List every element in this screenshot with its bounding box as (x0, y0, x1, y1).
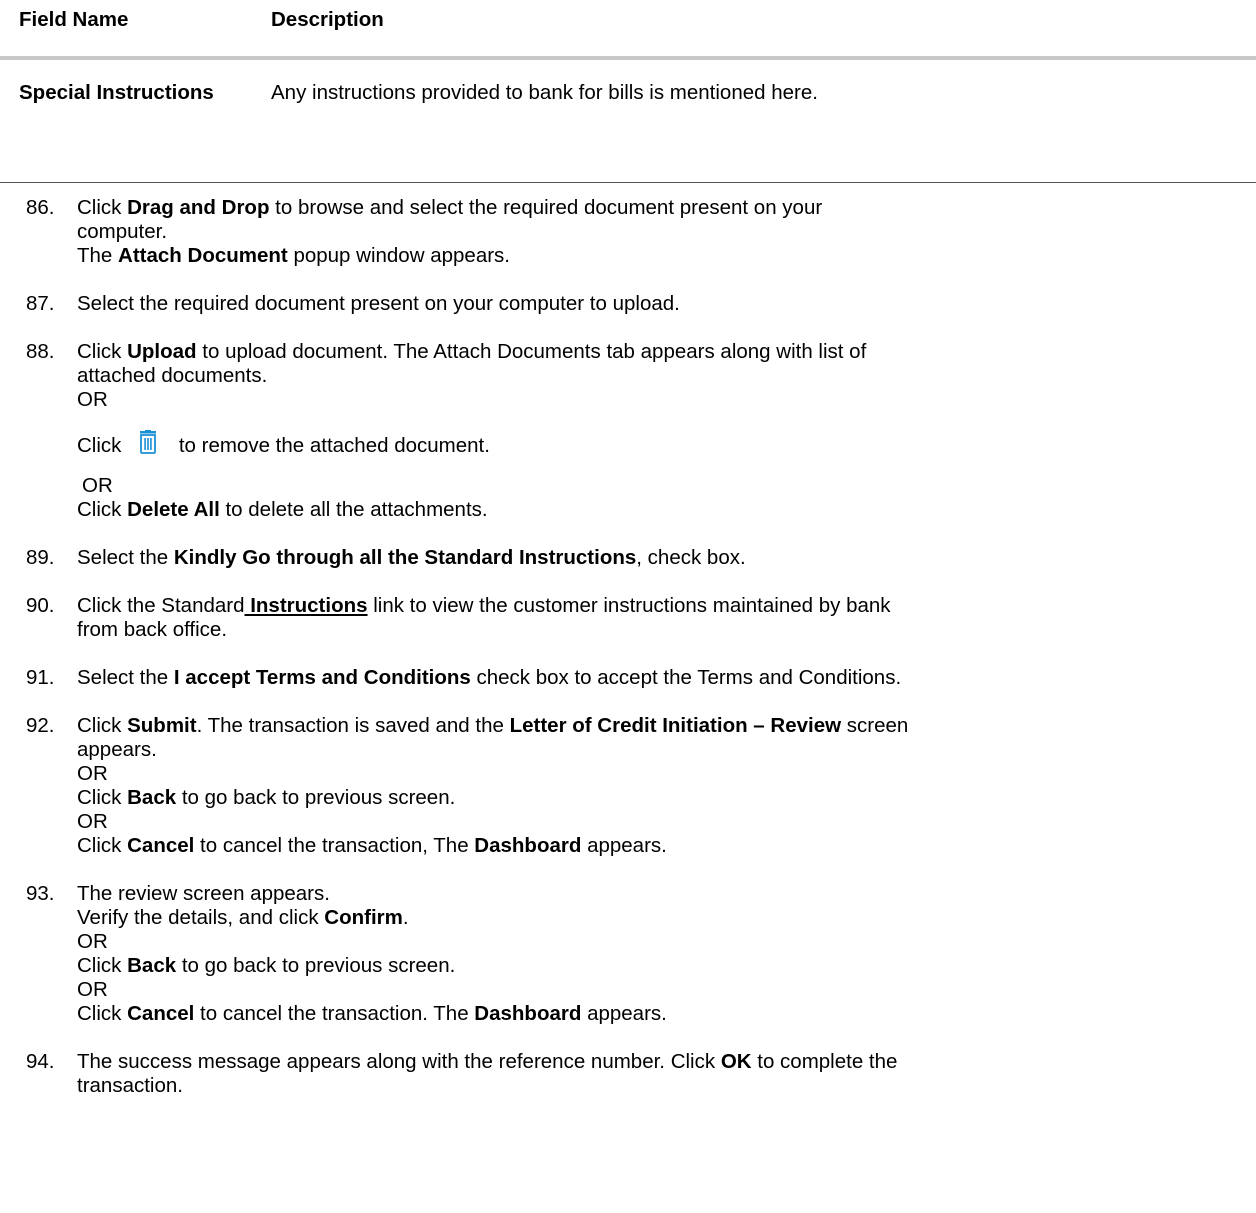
step-text: to cancel the transaction. The (194, 1002, 475, 1025)
step-text: The (77, 244, 119, 267)
ui-term-confirm: Confirm (324, 906, 403, 929)
step-text: Click (77, 714, 128, 737)
step-text: transaction. (77, 1074, 183, 1097)
ui-term-drag-and-drop: Drag and Drop (127, 196, 270, 219)
column-header-field-name: Field Name (19, 8, 129, 31)
step-text: Click the Standard (77, 594, 245, 617)
step-text: link to view the customer instructions m… (367, 594, 891, 617)
step-92: 92. Click Submit. The transaction is sav… (0, 714, 1256, 858)
step-number: 88. (26, 340, 55, 363)
ui-term-dashboard: Dashboard (474, 1002, 582, 1025)
ui-term-accept-terms: I accept Terms and Conditions (173, 666, 471, 689)
step-text: Click (77, 954, 128, 977)
ui-term-back: Back (127, 786, 177, 809)
step-87: 87. Select the required document present… (0, 292, 1256, 316)
step-text: . (402, 906, 409, 929)
step-number: 93. (26, 882, 55, 905)
step-text: Click (77, 340, 128, 363)
ui-term-ok: OK (720, 1050, 752, 1073)
step-text: to remove the attached document. (178, 434, 490, 457)
step-text: to complete the (751, 1050, 898, 1073)
step-text: appears. (77, 738, 157, 761)
step-text: Click (77, 434, 122, 457)
step-89: 89. Select the Kindly Go through all the… (0, 546, 1256, 570)
step-number: 90. (26, 594, 55, 617)
or-text: OR (77, 388, 108, 411)
step-88: 88. Click Upload to upload document. The… (0, 340, 1256, 522)
or-text: OR (82, 474, 113, 497)
step-text: from back office. (77, 618, 228, 641)
column-header-description: Description (271, 8, 384, 31)
step-text: Click (77, 834, 128, 857)
or-text: OR (77, 762, 108, 785)
step-text: , check box. (636, 546, 746, 569)
procedure-steps: 86. Click Drag and Drop to browse and se… (0, 196, 1256, 1110)
step-text: to go back to previous screen. (176, 786, 456, 809)
step-93: 93. The review screen appears. Verify th… (0, 882, 1256, 1026)
ui-term-review-screen: Letter of Credit Initiation – Review (509, 714, 842, 737)
step-text: appears. (581, 834, 667, 857)
step-text: Click (77, 498, 128, 521)
ui-term-delete-all: Delete All (127, 498, 220, 521)
step-text: screen (841, 714, 909, 737)
step-text: Verify the details, and click (77, 906, 325, 929)
step-text: Click (77, 786, 128, 809)
or-text: OR (77, 930, 108, 953)
ui-term-cancel: Cancel (127, 1002, 195, 1025)
description-cell: Any instructions provided to bank for bi… (271, 81, 818, 104)
step-text: computer. (77, 220, 168, 243)
ui-term-upload: Upload (127, 340, 197, 363)
step-number: 91. (26, 666, 55, 689)
step-text: Click (77, 196, 128, 219)
ui-term-submit: Submit (127, 714, 197, 737)
ui-term-kindly-go-through: Kindly Go through all the Standard Instr… (173, 546, 637, 569)
table-header-row: Field Name Description (0, 0, 1256, 60)
step-text: . The transaction is saved and the (196, 714, 510, 737)
step-number: 92. (26, 714, 55, 737)
ui-term-cancel: Cancel (127, 834, 195, 857)
step-91: 91. Select the I accept Terms and Condit… (0, 666, 1256, 690)
step-number: 89. (26, 546, 55, 569)
step-text: Select the required document present on … (77, 292, 680, 315)
step-text: Select the (77, 666, 174, 689)
instructions-link[interactable]: Instructions (245, 594, 367, 617)
step-text: popup window appears. (287, 244, 510, 267)
step-text: The review screen appears. (77, 882, 330, 905)
step-text: to delete all the attachments. (219, 498, 488, 521)
step-text: to cancel the transaction, The (194, 834, 475, 857)
step-text: to browse and select the required docume… (269, 196, 823, 219)
step-number: 87. (26, 292, 55, 315)
step-text: check box to accept the Terms and Condit… (470, 666, 902, 689)
step-text: attached documents. (77, 364, 268, 387)
field-name-cell: Special Instructions (19, 81, 214, 104)
table-row: Special Instructions Any instructions pr… (0, 60, 1256, 183)
ui-term-dashboard: Dashboard (474, 834, 582, 857)
step-number: 86. (26, 196, 55, 219)
step-text: The success message appears along with t… (77, 1050, 721, 1073)
step-text: to go back to previous screen. (176, 954, 456, 977)
trash-icon (140, 430, 157, 454)
step-86: 86. Click Drag and Drop to browse and se… (0, 196, 1256, 268)
or-text: OR (77, 810, 108, 833)
step-94: 94. The success message appears along wi… (0, 1050, 1256, 1098)
step-text: Click (77, 1002, 128, 1025)
ui-term-back: Back (127, 954, 177, 977)
step-90: 90. Click the Standard Instructions link… (0, 594, 1256, 642)
step-text: appears. (581, 1002, 667, 1025)
or-text: OR (77, 978, 108, 1001)
step-number: 94. (26, 1050, 55, 1073)
ui-term-attach-document: Attach Document (118, 244, 288, 267)
step-text: to upload document. The Attach Documents… (196, 340, 867, 363)
step-text: Select the (77, 546, 174, 569)
